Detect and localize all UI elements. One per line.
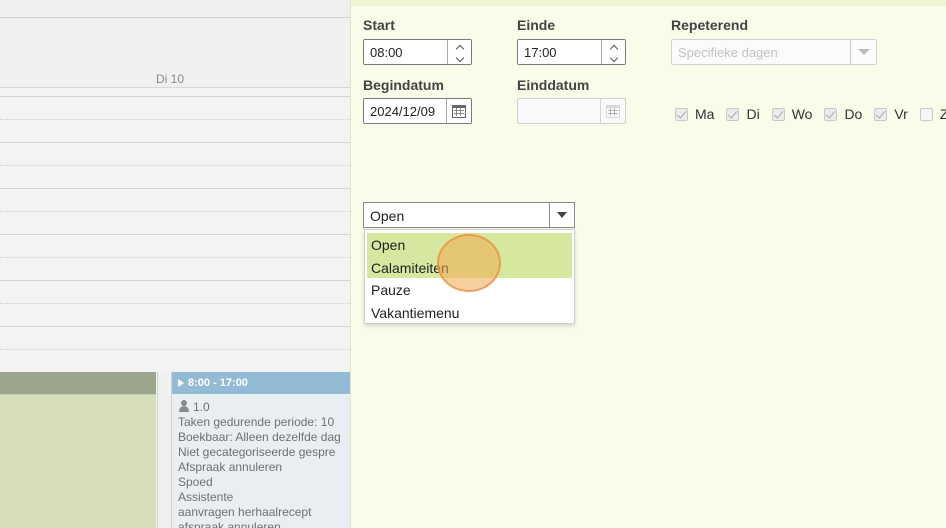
repeat-select[interactable]: Specifieke dagen [671, 39, 877, 65]
start-label: Start [363, 17, 395, 33]
event-blue[interactable]: 1.0 Taken gedurende periode: 10 Boekbaar… [172, 394, 350, 528]
event-line: Spoed [178, 475, 213, 489]
expand-triangle-icon[interactable] [178, 379, 184, 387]
type-dropdown-list: Open Calamiteiten Pauze Vakantiemenu [364, 229, 575, 324]
repeat-label: Repeterend [671, 17, 749, 33]
panel-top-strip [351, 0, 946, 6]
weekday-vr[interactable]: Vr [874, 106, 908, 122]
event-line: Niet gecategoriseerde gespre [178, 445, 336, 459]
begin-date-picker-button[interactable] [446, 99, 471, 123]
weekday-label: Di [746, 106, 760, 122]
repeat-dropdown-arrow[interactable] [850, 40, 876, 64]
caret-down-icon [557, 212, 567, 218]
checkbox[interactable] [726, 107, 740, 121]
checkbox[interactable] [919, 107, 933, 121]
start-time-value[interactable]: 08:00 [364, 40, 447, 64]
chevron-down-icon[interactable] [609, 53, 618, 63]
start-time-spinner[interactable] [447, 40, 471, 64]
weekday-label: Do [844, 106, 863, 122]
begin-date-value[interactable]: 2024/12/09 [364, 99, 446, 123]
event-line: Assistente [178, 490, 234, 504]
weekday-do[interactable]: Do [824, 106, 862, 122]
calendar-grid[interactable] [0, 96, 350, 372]
type-select-arrow[interactable] [549, 203, 574, 227]
calendar-icon [606, 104, 620, 118]
checkbox[interactable] [824, 107, 838, 121]
event-line: afspraak annuleren [178, 520, 281, 528]
weekday-ma[interactable]: Ma [675, 106, 714, 122]
end-label: Einde [517, 17, 556, 33]
start-time-field[interactable]: 08:00 [363, 39, 472, 65]
end-time-spinner[interactable] [601, 40, 625, 64]
chevron-up-icon[interactable] [455, 44, 464, 54]
calendar-top-bar [0, 0, 350, 18]
dropdown-option-vakantiemenu[interactable]: Vakantiemenu [367, 301, 572, 324]
event-green[interactable] [0, 394, 156, 528]
dropdown-option-open[interactable]: Open [367, 233, 572, 256]
calendar-icon [452, 104, 466, 118]
event-line: Boekbaar: Alleen dezelfde dag [178, 430, 341, 444]
dropdown-option-pauze[interactable]: Pauze [367, 278, 572, 301]
event-line: Taken gedurende periode: 10 [178, 415, 335, 429]
event-capacity-row: 1.0 [178, 400, 350, 415]
checkbox[interactable] [771, 107, 785, 121]
checkbox[interactable] [874, 107, 888, 121]
event-line: Afspraak annuleren [178, 460, 283, 474]
begin-date-field[interactable]: 2024/12/09 [363, 98, 472, 124]
type-select-value[interactable]: Open [364, 203, 549, 227]
begin-date-label: Begindatum [363, 77, 444, 93]
weekday-label: Wo [791, 106, 813, 122]
column-separator [157, 372, 172, 528]
chevron-up-icon[interactable] [609, 44, 618, 54]
weekday-wo[interactable]: Wo [771, 106, 813, 122]
day-label: Di 10 [156, 72, 185, 86]
repeat-placeholder: Specifieke dagen [678, 45, 778, 60]
end-date-value[interactable] [518, 99, 600, 123]
event-time: 8:00 - 17:00 [188, 377, 248, 389]
weekday-label: Za [939, 106, 946, 122]
chevron-down-icon[interactable] [455, 53, 464, 63]
weekday-za[interactable]: Za [919, 106, 946, 122]
type-select[interactable]: Open [363, 202, 575, 228]
end-date-label: Einddatum [517, 77, 590, 93]
event-blue-header[interactable]: 8:00 - 17:00 [172, 372, 350, 394]
caret-down-icon [857, 49, 870, 55]
end-date-picker-button[interactable] [600, 99, 625, 123]
event-capacity: 1.0 [193, 400, 210, 414]
edit-panel: Start 08:00 Einde 17:00 Repeterend Speci… [350, 0, 946, 528]
weekday-di[interactable]: Di [726, 106, 760, 122]
event-line: aanvragen herhaalrecept [178, 505, 312, 519]
weekday-checkboxes: Ma Di Wo Do Vr Za [675, 106, 946, 122]
event-green-header[interactable] [0, 372, 156, 394]
weekday-label: Ma [695, 106, 715, 122]
end-time-value[interactable]: 17:00 [518, 40, 601, 64]
checkbox[interactable] [675, 107, 688, 121]
dropdown-option-calamiteiten[interactable]: Calamiteiten [367, 255, 572, 278]
end-date-field[interactable] [517, 98, 626, 124]
end-time-field[interactable]: 17:00 [517, 39, 626, 65]
weekday-label: Vr [894, 106, 908, 122]
person-icon [178, 400, 190, 412]
calendar-view: Di 10 8:00 - 17:00 1.0 Taken gedurende p… [0, 0, 350, 528]
